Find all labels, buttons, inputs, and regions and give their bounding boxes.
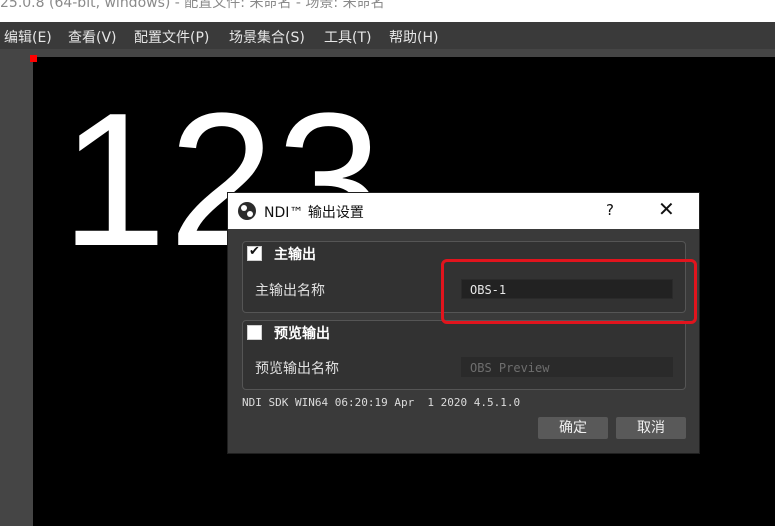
highlight-annotation [441, 259, 697, 324]
close-button[interactable]: ✕ [658, 199, 675, 219]
menu-help[interactable]: 帮助(H) [389, 27, 438, 47]
ok-button[interactable]: 确定 [538, 417, 608, 439]
preview-output-title: 预览输出 [274, 326, 330, 342]
menu-view[interactable]: 查看(V) [68, 27, 117, 47]
window-titlebar: 25.0.8 (64-bit, windows) - 配置文件: 未命名 - 场… [0, 0, 775, 22]
ndi-sdk-version: NDI SDK WIN64 06:20:19 Apr 1 2020 4.5.1.… [242, 396, 521, 409]
obs-logo-icon [238, 202, 256, 220]
dialog-title: NDI™ 输出设置 [264, 205, 364, 221]
preview-top-border [33, 49, 775, 57]
menu-scene-collection[interactable]: 场景集合(S) [229, 27, 305, 47]
preview-output-name-label: 预览输出名称 [255, 361, 339, 377]
window-title: 25.0.8 (64-bit, windows) - 配置文件: 未命名 - 场… [0, 0, 385, 11]
preview-output-group: 预览输出 预览输出名称 OBS Preview [242, 320, 686, 390]
dialog-titlebar: NDI™ 输出设置 ? ✕ [228, 193, 699, 229]
left-panel [0, 49, 33, 526]
menu-bar: 编辑(E) 查看(V) 配置文件(P) 场景集合(S) 工具(T) 帮助(H) [0, 22, 775, 49]
main-output-title: 主输出 [274, 247, 316, 263]
check-icon: ✔ [249, 244, 260, 259]
main-output-name-label: 主输出名称 [255, 283, 325, 299]
menu-tools[interactable]: 工具(T) [324, 27, 371, 47]
preview-output-checkbox[interactable] [247, 325, 262, 340]
menu-edit[interactable]: 编辑(E) [4, 27, 52, 47]
preview-output-name-input[interactable]: OBS Preview [461, 357, 673, 377]
menu-profile[interactable]: 配置文件(P) [134, 27, 209, 47]
cancel-button[interactable]: 取消 [616, 417, 686, 439]
help-button[interactable]: ? [606, 201, 614, 219]
main-output-checkbox[interactable]: ✔ [247, 244, 262, 261]
source-handle[interactable] [30, 55, 37, 62]
